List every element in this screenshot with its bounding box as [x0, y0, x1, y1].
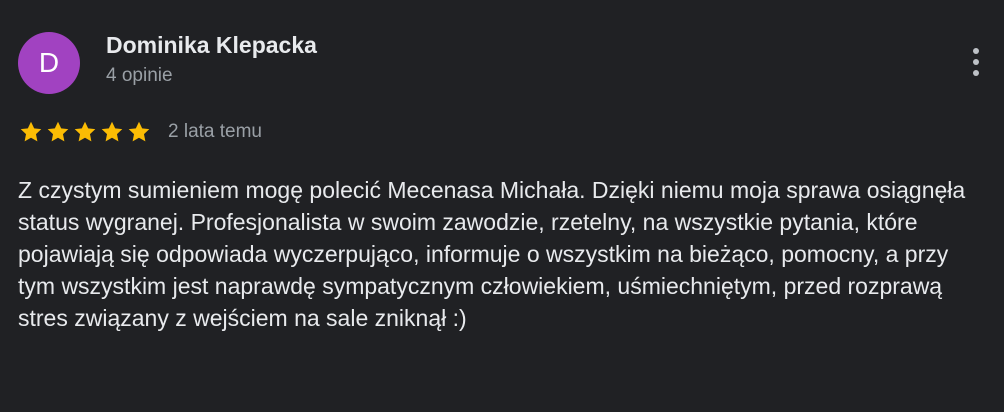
review-text: Z czystym sumieniem mogę polecić Mecenas… — [18, 177, 966, 331]
more-vert-icon — [973, 48, 979, 54]
reviewer-name[interactable]: Dominika Klepacka — [106, 32, 317, 59]
avatar-letter: D — [38, 47, 60, 78]
review-card: D Dominika Klepacka 4 opinie 2 lata temu… — [0, 0, 1004, 412]
avatar[interactable]: D — [18, 32, 80, 94]
rating-row: 2 lata temu — [18, 118, 262, 146]
star-icon — [101, 121, 123, 142]
star-icon — [74, 121, 96, 142]
star-icon — [128, 121, 150, 142]
star-icon — [47, 121, 69, 142]
more-options-button[interactable] — [958, 40, 994, 84]
star-icon — [20, 121, 42, 142]
reviewer-review-count: 4 opinie — [106, 65, 173, 86]
review-date: 2 lata temu — [168, 121, 262, 142]
more-vert-icon — [973, 70, 979, 76]
more-vert-icon — [973, 59, 979, 65]
star-rating — [18, 119, 152, 145]
